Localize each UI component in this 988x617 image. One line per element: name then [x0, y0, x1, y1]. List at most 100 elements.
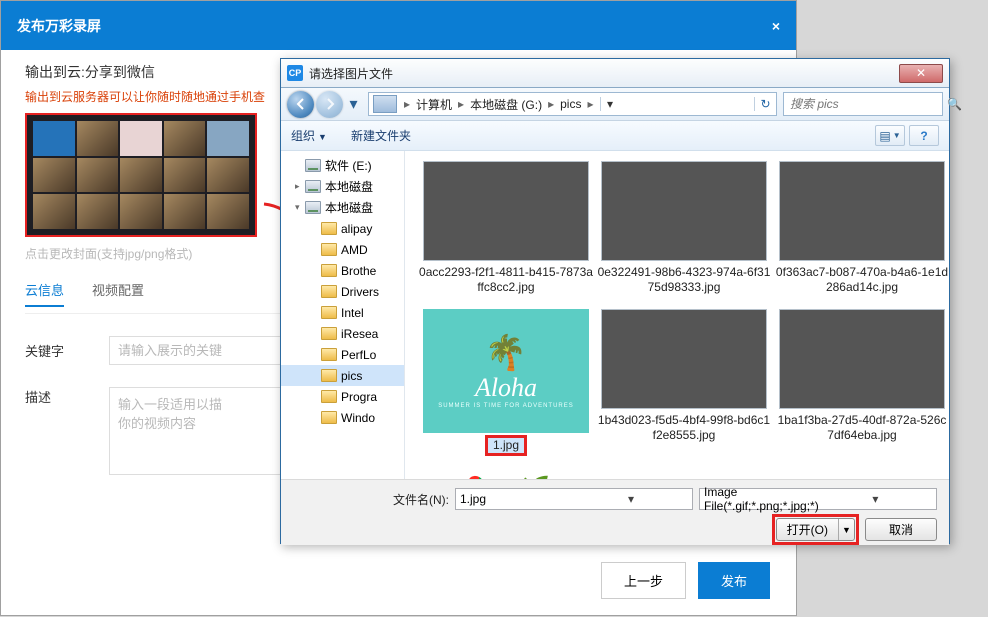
file-item[interactable]: 1ba1f3ba-27d5-40df-872a-526c7df64eba.jpg — [773, 305, 949, 464]
tab-video[interactable]: 视频配置 — [92, 280, 144, 307]
tree-item-label: 本地磁盘 — [325, 178, 373, 195]
file-item[interactable]: 0f363ac7-b087-470a-b4a6-1e1d286ad14c.jpg — [773, 157, 949, 305]
search-box[interactable]: 🔍 — [783, 92, 943, 116]
file-item[interactable]: 🦜🌿 — [417, 464, 595, 479]
tree-item[interactable]: pics — [281, 365, 404, 386]
tree-item[interactable]: Progra — [281, 386, 404, 407]
tree-item-label: AMD — [341, 243, 368, 257]
folder-tree[interactable]: 软件 (E:)▸本地磁盘▾本地磁盘alipayAMDBrotheDriversI… — [281, 151, 405, 479]
file-item[interactable]: 0e322491-98b6-4323-974a-6f3175d98333.jpg — [595, 157, 773, 305]
new-folder-button[interactable]: 新建文件夹 — [351, 127, 411, 144]
tree-item[interactable]: AMD — [281, 239, 404, 260]
panel-title: 发布万彩录屏 — [17, 16, 101, 36]
dialog-nav: ▾ ▸ 计算机 ▸ 本地磁盘 (G:) ▸ pics ▸ ▾ ↻ 🔍 — [281, 88, 949, 121]
drive-icon — [305, 159, 321, 172]
tree-item[interactable]: PerfLo — [281, 344, 404, 365]
keyword-label: 关键字 — [25, 341, 109, 360]
search-input[interactable] — [790, 97, 947, 111]
folder-icon — [321, 243, 337, 256]
file-thumbnail: 🌴AlohaSUMMER IS TIME FOR ADVENTURES — [423, 309, 589, 433]
folder-icon — [321, 390, 337, 403]
refresh-button[interactable]: ↻ — [754, 97, 776, 111]
dialog-toolbar: 组织▼ 新建文件夹 ▤ ▼ ? — [281, 121, 949, 151]
file-name: 1ba1f3ba-27d5-40df-872a-526c7df64eba.jpg — [775, 413, 949, 443]
prev-button[interactable]: 上一步 — [601, 562, 686, 599]
folder-icon — [321, 222, 337, 235]
description-label: 描述 — [25, 387, 109, 406]
folder-icon — [321, 327, 337, 340]
folder-icon — [321, 306, 337, 319]
file-name: 1b43d023-f5d5-4bf4-99f8-bd6c1f2e8555.jpg — [597, 413, 771, 443]
breadcrumb[interactable]: ▸ 计算机 ▸ 本地磁盘 (G:) ▸ pics ▸ ▾ ↻ — [368, 92, 777, 116]
file-open-dialog: CP 请选择图片文件 ✕ ▾ ▸ 计算机 ▸ 本地磁盘 (G:) ▸ pics … — [280, 58, 950, 544]
crumb-drive[interactable]: 本地磁盘 (G:) — [467, 96, 545, 113]
cover-thumbnail[interactable] — [25, 113, 257, 237]
tree-item-label: Intel — [341, 306, 364, 320]
tree-item[interactable]: Intel — [281, 302, 404, 323]
view-options-button[interactable]: ▤ ▼ — [875, 125, 905, 146]
tree-item-label: 软件 (E:) — [325, 157, 372, 174]
folder-icon — [321, 411, 337, 424]
arrow-right-icon — [324, 98, 336, 110]
file-thumbnail — [779, 309, 945, 409]
tree-item-label: 本地磁盘 — [325, 199, 373, 216]
filename-value: 1.jpg — [460, 492, 574, 506]
organize-menu[interactable]: 组织▼ — [291, 127, 327, 144]
file-item[interactable]: 1b43d023-f5d5-4bf4-99f8-bd6c1f2e8555.jpg — [595, 305, 773, 464]
open-button[interactable]: 打开(O) ▼ — [776, 518, 855, 541]
cancel-button[interactable]: 取消 — [865, 518, 937, 541]
computer-icon — [373, 95, 397, 113]
tree-item[interactable]: ▾本地磁盘 — [281, 197, 404, 218]
folder-icon — [321, 348, 337, 361]
crumb-computer[interactable]: 计算机 — [413, 96, 455, 113]
nav-back-button[interactable] — [287, 91, 314, 118]
tree-item[interactable]: 软件 (E:) — [281, 155, 404, 176]
tree-item-label: Brothe — [341, 264, 376, 278]
filename-combo[interactable]: 1.jpg ▾ — [455, 488, 693, 510]
tree-item-label: Drivers — [341, 285, 379, 299]
drive-icon — [305, 180, 321, 193]
dialog-titlebar: CP 请选择图片文件 ✕ — [281, 59, 949, 88]
nav-history-dropdown[interactable]: ▾ — [345, 93, 362, 115]
file-thumbnail — [779, 161, 945, 261]
tree-item[interactable]: Drivers — [281, 281, 404, 302]
file-item[interactable]: 0acc2293-f2f1-4811-b415-7873affc8cc2.jpg — [417, 157, 595, 305]
crumb-dropdown-icon[interactable]: ▾ — [600, 97, 618, 111]
open-split-dropdown[interactable]: ▼ — [838, 519, 854, 540]
drive-icon — [305, 201, 321, 214]
tree-item[interactable]: Brothe — [281, 260, 404, 281]
filetype-filter[interactable]: Image File(*.gif;*.png;*.jpg;*) ▾ — [699, 488, 937, 510]
folder-icon — [321, 369, 337, 382]
help-button[interactable]: ? — [909, 125, 939, 146]
folder-icon — [321, 285, 337, 298]
search-icon: 🔍 — [947, 97, 962, 111]
file-grid[interactable]: 0acc2293-f2f1-4811-b415-7873affc8cc2.jpg… — [405, 151, 949, 479]
tree-item-label: alipay — [341, 222, 372, 236]
filename-label: 文件名(N): — [293, 491, 449, 508]
tree-item[interactable]: ▸ 本地磁盘 — [281, 176, 404, 197]
chevron-down-icon[interactable]: ▾ — [819, 492, 932, 506]
file-item[interactable]: 🌴AlohaSUMMER IS TIME FOR ADVENTURES 1.jpg — [417, 305, 595, 464]
panel-titlebar: 发布万彩录屏 × — [1, 1, 796, 50]
tree-item[interactable]: alipay — [281, 218, 404, 239]
tree-item[interactable]: iResea — [281, 323, 404, 344]
file-thumbnail — [423, 161, 589, 261]
tree-item-label: iResea — [341, 327, 378, 341]
crumb-folder[interactable]: pics — [557, 97, 584, 111]
publish-button[interactable]: 发布 — [698, 562, 770, 599]
filter-text: Image File(*.gif;*.png;*.jpg;*) — [704, 485, 819, 513]
tree-item-label: Progra — [341, 390, 377, 404]
file-name: 1.jpg — [487, 437, 525, 454]
dialog-title: 请选择图片文件 — [309, 65, 393, 82]
nav-forward-button[interactable] — [316, 91, 343, 118]
tree-item-label: PerfLo — [341, 348, 376, 362]
file-thumbnail — [601, 161, 767, 261]
tree-item-label: pics — [341, 369, 362, 383]
chevron-down-icon[interactable]: ▾ — [574, 492, 688, 506]
expand-icon: ▸ — [295, 181, 305, 192]
close-icon[interactable]: × — [772, 18, 780, 34]
tab-cloud[interactable]: 云信息 — [25, 280, 64, 307]
file-name: 0acc2293-f2f1-4811-b415-7873affc8cc2.jpg — [419, 265, 593, 295]
tree-item[interactable]: Windo — [281, 407, 404, 428]
dialog-close-button[interactable]: ✕ — [899, 64, 943, 83]
